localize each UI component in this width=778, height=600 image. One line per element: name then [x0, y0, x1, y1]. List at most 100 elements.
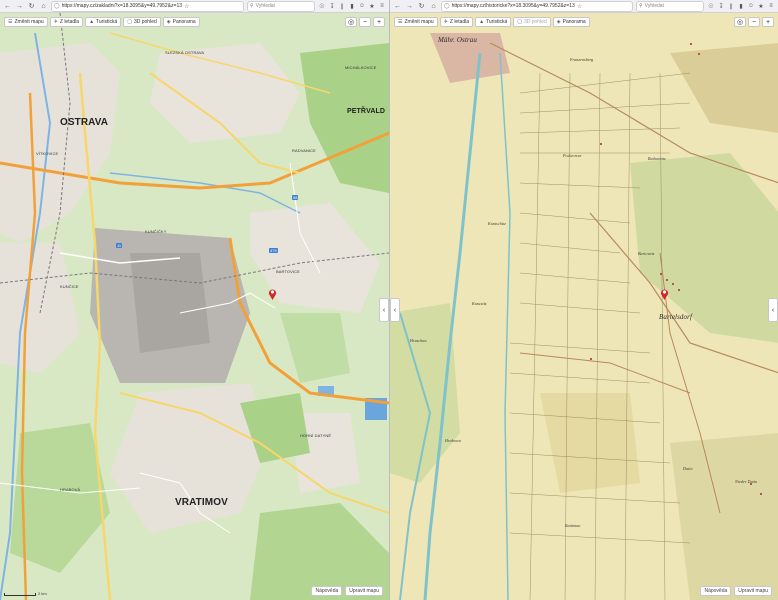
place-label: Bartowitz	[638, 251, 655, 256]
zoom-out-button[interactable]: −	[748, 17, 760, 27]
help-link[interactable]: Nápověda	[311, 586, 343, 596]
browser-toolbar: ← → ↻ ⌂ ◯ https://mapy.cz/zakladni?x=18.…	[0, 0, 389, 13]
reload-icon[interactable]: ↻	[27, 2, 36, 11]
browser-extension-icons: ☉ ↧ ∥ ▮ ☺ ★ ≡	[707, 2, 775, 10]
location-pin-icon[interactable]	[268, 288, 277, 300]
pocket-icon[interactable]: ☉	[318, 2, 326, 10]
library-icon[interactable]: ∥	[727, 2, 735, 10]
plane-icon: ✈	[443, 19, 448, 25]
button-label: Změnit mapu	[14, 19, 44, 25]
collapse-handle[interactable]: ‹	[390, 298, 400, 322]
right-window: ← → ↻ ⌂ ◯ https://mapy.cz/historicke?x=1…	[389, 0, 778, 600]
map-scale: 2 km	[4, 591, 47, 596]
url-bar[interactable]: ◯ https://mapy.cz/zakladni?x=18.3095&y=4…	[51, 0, 244, 12]
library-icon[interactable]: ∥	[338, 2, 346, 10]
modern-map-canvas	[0, 13, 389, 600]
back-icon[interactable]: ←	[393, 2, 402, 11]
collapse-handle[interactable]: ‹	[768, 298, 778, 322]
aerial-button[interactable]: ✈ Z letadla	[49, 17, 84, 27]
search-icon: ⚲	[639, 3, 643, 9]
forward-icon[interactable]: →	[405, 2, 414, 11]
locate-icon[interactable]: ◎	[345, 17, 357, 27]
sidebar-icon[interactable]: ▮	[348, 2, 356, 10]
cube-icon: ▢	[127, 19, 132, 25]
home-icon[interactable]: ⌂	[39, 2, 48, 11]
account-icon[interactable]: ☺	[747, 2, 755, 10]
button-label: Panorama	[172, 19, 196, 25]
help-link[interactable]: Nápověda	[700, 586, 732, 596]
button-label: Panorama	[562, 19, 586, 25]
extensions-icon[interactable]: ★	[368, 2, 376, 10]
button-label: Změnit mapu	[404, 19, 434, 25]
reload-icon[interactable]: ↻	[417, 2, 426, 11]
place-label: PETŘVALD	[347, 108, 386, 115]
road-number-badge: 479	[269, 248, 278, 253]
browser-extension-icons: ☉ ↧ ∥ ▮ ☺ ★ ≡	[318, 2, 386, 10]
menu-icon[interactable]: ≡	[378, 2, 386, 10]
url-text: https://mapy.cz/historicke?x=18.3095&y=4…	[451, 3, 575, 9]
edit-map-link[interactable]: Upravit mapu	[734, 586, 772, 596]
3d-view-button[interactable]: ▢ 3D pohled	[123, 17, 161, 27]
change-map-button[interactable]: ☰ Změnit mapu	[4, 17, 48, 27]
back-icon[interactable]: ←	[3, 2, 12, 11]
plane-icon: ✈	[53, 19, 58, 25]
zoom-controls: ◎ − +	[345, 17, 385, 27]
collapse-handle[interactable]: ‹	[379, 298, 389, 322]
panorama-button[interactable]: ◈ Panorama	[552, 17, 590, 27]
modern-map[interactable]: OSTRAVA PETŘVALD SLEZSKÁ OSTRAVA MICHÁLK…	[0, 13, 389, 600]
place-label: Kunczitz	[472, 301, 487, 306]
place-label: KUNČIČKY	[145, 229, 167, 234]
menu-icon[interactable]: ≡	[767, 2, 775, 10]
search-input[interactable]: ⚲ Vyhledat	[247, 0, 315, 12]
sidebar-icon[interactable]: ▮	[737, 2, 745, 10]
button-label: 3D pohled	[523, 19, 547, 25]
tourist-button[interactable]: ▲ Turistická	[475, 17, 512, 27]
place-label: SLEZSKÁ OSTRAVA	[165, 50, 205, 55]
account-icon[interactable]: ☺	[358, 2, 366, 10]
zoom-in-button[interactable]: +	[373, 17, 385, 27]
place-label: HRABOVÁ	[60, 487, 81, 492]
map-mode-toolbar: ☰ Změnit mapu ✈ Z letadla ▲ Turistická ▢ 3D …	[394, 17, 590, 27]
change-map-button[interactable]: ☰ Změnit mapu	[394, 17, 438, 27]
forward-icon[interactable]: →	[15, 2, 24, 11]
download-icon[interactable]: ↧	[717, 2, 725, 10]
search-placeholder: Vyhledat	[255, 3, 275, 9]
place-label: RADVANICE	[292, 148, 316, 153]
zoom-in-button[interactable]: +	[762, 17, 774, 27]
shield-icon: ◯	[54, 3, 60, 9]
bookmark-star-icon[interactable]: ☆	[184, 3, 189, 10]
download-icon[interactable]: ↧	[328, 2, 336, 10]
location-pin-icon[interactable]	[660, 288, 669, 300]
search-input[interactable]: ⚲ Vyhledat	[636, 0, 704, 12]
historic-map[interactable]: Mähr. Ostrau Franzensberg Podworcze Radw…	[390, 13, 778, 600]
place-label: Radwanitz	[648, 156, 666, 161]
place-label: HORNÍ DATYNĚ	[300, 433, 332, 438]
place-label: Hruschau	[410, 338, 427, 343]
scale-bar	[4, 593, 36, 596]
3d-view-button[interactable]: ▢ 3D pohled	[513, 17, 551, 27]
place-label: Datin	[683, 466, 693, 471]
button-label: Z letadla	[59, 19, 80, 25]
place-label: VÍTKOVICE	[36, 151, 59, 156]
url-bar[interactable]: ◯ https://mapy.cz/historicke?x=18.3095&y…	[441, 0, 633, 12]
extensions-icon[interactable]: ★	[757, 2, 765, 10]
chevron-left-icon: ‹	[771, 306, 775, 314]
tourist-button[interactable]: ▲ Turistická	[85, 17, 122, 27]
zoom-out-button[interactable]: −	[359, 17, 371, 27]
pocket-icon[interactable]: ☉	[707, 2, 715, 10]
panorama-button[interactable]: ◈ Panorama	[162, 17, 200, 27]
panorama-icon: ◈	[556, 19, 561, 25]
place-label: MICHÁLKOVICE	[345, 65, 377, 70]
historic-map-canvas	[390, 13, 778, 600]
home-icon[interactable]: ⌂	[429, 2, 438, 11]
button-label: 3D pohled	[133, 19, 157, 25]
layers-icon: ☰	[8, 19, 13, 25]
edit-map-link[interactable]: Upravit mapu	[345, 586, 383, 596]
chevron-left-icon: ‹	[393, 306, 397, 314]
place-label: Nieder Datin	[735, 479, 758, 484]
button-label: Z letadla	[449, 19, 470, 25]
bookmark-star-icon[interactable]: ☆	[577, 3, 582, 10]
aerial-button[interactable]: ✈ Z letadla	[439, 17, 474, 27]
locate-icon[interactable]: ◎	[734, 17, 746, 27]
place-label: Rattimau	[565, 523, 581, 528]
